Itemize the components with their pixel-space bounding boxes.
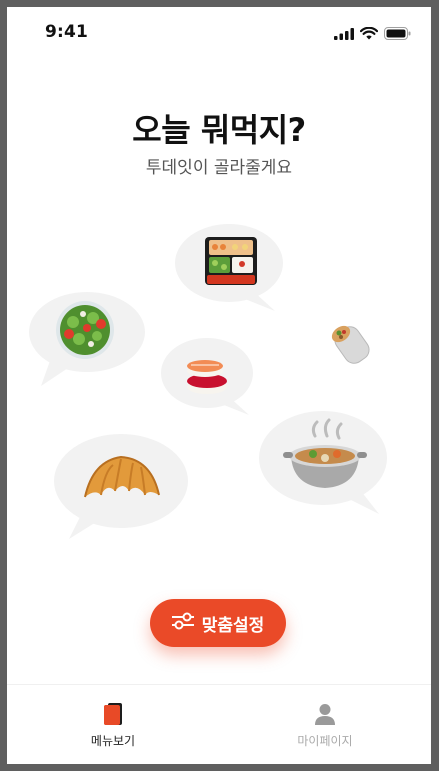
tab-mypage[interactable]: 마이페이지 (219, 685, 431, 764)
bubble-salad[interactable] (29, 292, 145, 390)
app-screen: 9:41 오늘 뭐먹지? 투데잇이 골라줄게요 맞춤설정 메뉴보기 마이페이지 (7, 7, 431, 764)
tab-menu-label: 메뉴보기 (90, 734, 136, 748)
status-icons (334, 25, 411, 44)
wifi-icon (359, 25, 379, 44)
menu-book-icon (102, 703, 124, 731)
bubble-burrito[interactable] (327, 319, 379, 369)
battery-icon (384, 25, 411, 44)
bubble-stew[interactable] (259, 411, 391, 520)
bubble-sushi[interactable] (161, 337, 257, 417)
person-icon (314, 703, 336, 729)
customize-button-label: 맞춤설정 (201, 615, 265, 636)
cellular-signal-icon (334, 25, 354, 44)
tab-bar: 메뉴보기 마이페이지 (7, 684, 431, 764)
status-time: 9:41 (45, 22, 89, 42)
burrito-icon (331, 325, 370, 364)
tab-mypage-label: 마이페이지 (297, 734, 353, 748)
tab-menu[interactable]: 메뉴보기 (7, 685, 219, 764)
sliders-icon (171, 612, 194, 635)
salad-icon (56, 301, 114, 359)
bento-box-icon (205, 237, 257, 285)
status-bar: 9:41 (7, 7, 431, 57)
sushi-icon (187, 360, 227, 394)
bubble-croissant[interactable] (53, 434, 189, 543)
page-title: 오늘 뭐먹지? (132, 111, 306, 149)
page-subtitle: 투데잇이 골라줄게요 (145, 158, 293, 178)
bubble-bento-box[interactable] (175, 224, 287, 315)
customize-button[interactable]: 맞춤설정 (150, 599, 286, 647)
